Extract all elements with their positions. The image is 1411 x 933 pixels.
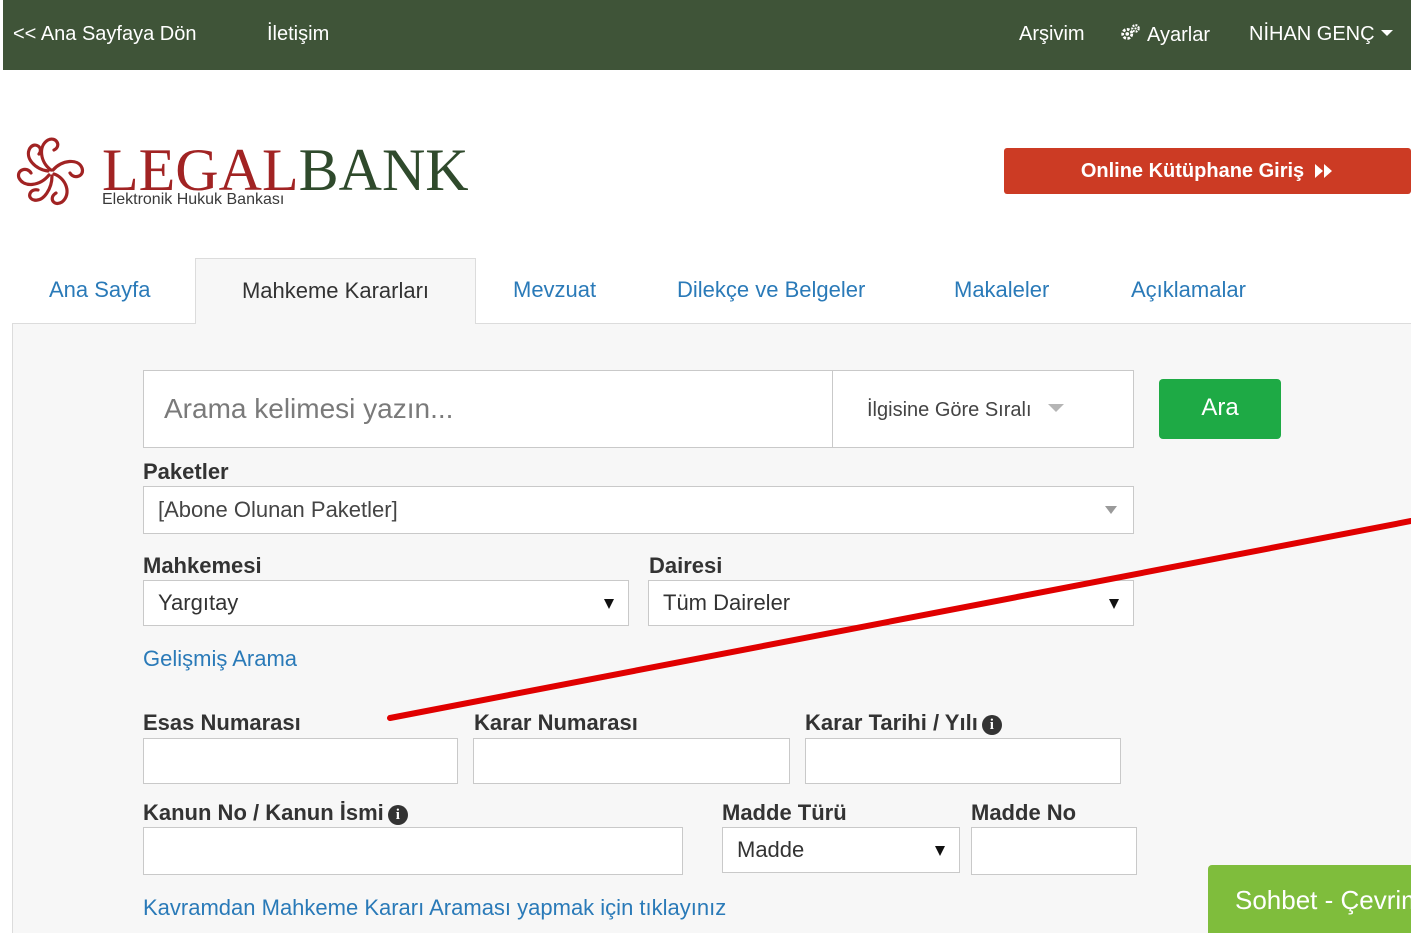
packages-selected: [Abone Olunan Paketler] xyxy=(158,497,398,522)
fast-forward-icon xyxy=(1315,164,1333,178)
tab-dilekce-ve-belgeler[interactable]: Dilekçe ve Belgeler xyxy=(677,258,865,324)
caret-down-icon xyxy=(935,846,945,856)
chamber-select[interactable]: Tüm Daireler xyxy=(648,580,1134,626)
chat-online-button[interactable]: Sohbet - Çevrimiçi xyxy=(1208,865,1411,933)
settings-link[interactable]: Ayarlar xyxy=(1119,22,1210,47)
article-type-selected: Madde xyxy=(737,837,805,862)
search-box: İlgisine Göre Sıralı xyxy=(143,370,1134,448)
case-number-label: Esas Numarası xyxy=(143,710,301,735)
caret-down-icon xyxy=(604,599,614,609)
article-no-label: Madde No xyxy=(971,800,1077,825)
gears-icon xyxy=(1121,24,1140,40)
contact-link[interactable]: İletişim xyxy=(267,22,329,46)
tab-mevzuat[interactable]: Mevzuat xyxy=(513,258,596,324)
legalbank-logo[interactable]: LEGALBANK Elektronik Hukuk Bankası xyxy=(10,128,480,218)
chamber-label: Dairesi xyxy=(649,553,723,578)
decision-number-label: Karar Numarası xyxy=(474,710,638,735)
decision-date-label: Karar Tarihi / Yılı i xyxy=(805,710,1002,736)
info-icon[interactable]: i xyxy=(387,805,408,825)
main-tabs: Ana Sayfa Mahkeme Kararları Mevzuat Dile… xyxy=(12,258,1411,325)
concept-search-link[interactable]: Kavramdan Mahkeme Kararı Araması yapmak … xyxy=(143,895,726,921)
tab-ana-sayfa[interactable]: Ana Sayfa xyxy=(49,258,151,324)
law-label: Kanun No / Kanun İsmi i xyxy=(143,800,408,826)
law-input[interactable] xyxy=(143,827,683,875)
online-library-login-button[interactable]: Online Kütüphane Giriş xyxy=(1004,148,1411,194)
settings-label: Ayarlar xyxy=(1147,24,1210,46)
caret-down-icon xyxy=(1105,506,1117,514)
tab-makaleler[interactable]: Makaleler xyxy=(954,258,1049,324)
tab-mahkeme-kararlari[interactable]: Mahkeme Kararları xyxy=(195,258,476,325)
logo-tagline: Elektronik Hukuk Bankası xyxy=(102,191,285,208)
court-label: Mahkemesi xyxy=(143,553,262,578)
logo-word-bank: BANK xyxy=(298,137,469,203)
article-type-label: Madde Türü xyxy=(722,800,847,825)
case-number-input[interactable] xyxy=(143,738,458,784)
tab-aciklamalar[interactable]: Açıklamalar xyxy=(1131,258,1246,324)
decision-date-label-text: Karar Tarihi / Yılı xyxy=(805,710,978,735)
sort-label: İlgisine Göre Sıralı xyxy=(867,399,1032,421)
back-to-home-link[interactable]: << Ana Sayfaya Dön xyxy=(13,22,196,46)
user-name: NİHAN GENÇ xyxy=(1249,23,1375,45)
court-selected: Yargıtay xyxy=(158,590,239,615)
court-select[interactable]: Yargıtay xyxy=(143,580,629,626)
search-button[interactable]: Ara xyxy=(1159,379,1281,439)
article-type-select[interactable]: Madde xyxy=(722,827,960,873)
chamber-selected: Tüm Daireler xyxy=(663,590,791,615)
article-no-input[interactable] xyxy=(971,827,1137,875)
decision-date-input[interactable] xyxy=(805,738,1121,784)
packages-label: Paketler xyxy=(143,459,229,484)
search-input[interactable] xyxy=(144,371,832,447)
decision-number-input[interactable] xyxy=(473,738,790,784)
online-library-label: Online Kütüphane Giriş xyxy=(1080,160,1305,182)
flower-logo-icon xyxy=(16,137,85,206)
packages-select[interactable]: [Abone Olunan Paketler] xyxy=(143,486,1134,534)
archive-link[interactable]: Arşivim xyxy=(1019,22,1085,46)
caret-down-icon xyxy=(1047,404,1064,412)
caret-down-icon xyxy=(1380,30,1393,36)
user-menu[interactable]: NİHAN GENÇ xyxy=(1249,22,1393,46)
top-navigation-bar: << Ana Sayfaya Dön İletişim Arşivim Ayar… xyxy=(3,0,1411,70)
advanced-search-link[interactable]: Gelişmiş Arama xyxy=(143,646,297,672)
sort-dropdown[interactable]: İlgisine Göre Sıralı xyxy=(832,371,1134,447)
law-label-text: Kanun No / Kanun İsmi xyxy=(143,800,384,825)
info-icon[interactable]: i xyxy=(981,715,1002,735)
caret-down-icon xyxy=(1109,599,1119,609)
